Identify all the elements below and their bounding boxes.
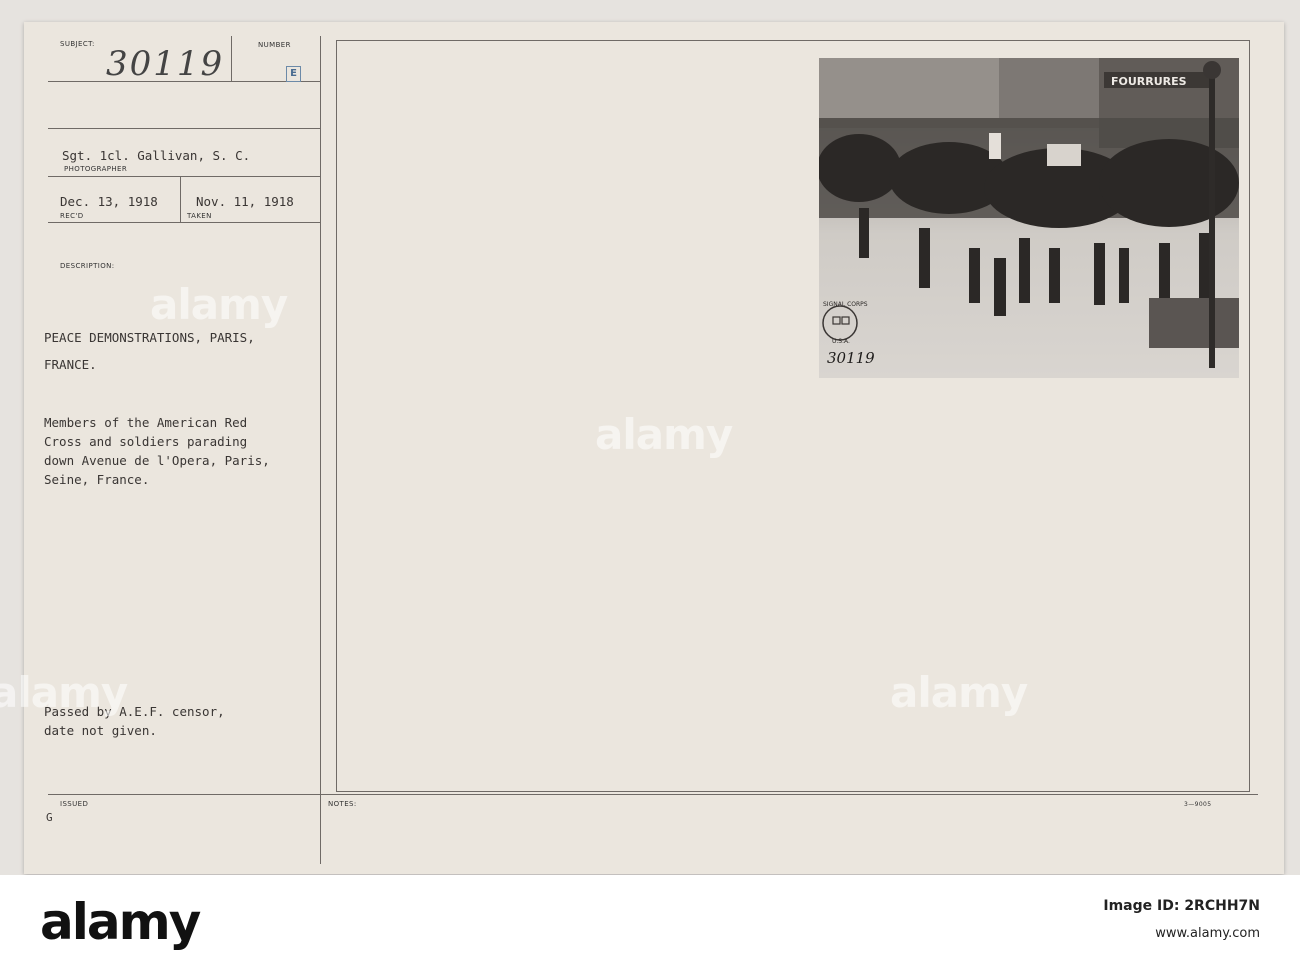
signal-corps-stamp-icon bbox=[822, 305, 858, 341]
body-line: down Avenue de l'Opera, Paris, bbox=[44, 453, 270, 468]
taken-date: Nov. 11, 1918 bbox=[196, 194, 294, 209]
rule-photographer-row bbox=[48, 128, 320, 129]
stamp-sub: U.S.A. bbox=[832, 338, 850, 345]
body-line: Cross and soldiers parading bbox=[44, 434, 248, 449]
number-label: NUMBER bbox=[258, 41, 291, 49]
recd-label: REC'D bbox=[60, 212, 84, 220]
description-body: Members of the American Red Cross and so… bbox=[44, 413, 270, 489]
parade-photograph: FOURRURES SIGNAL CORPS U.S.A. 30119 bbox=[819, 58, 1239, 378]
rule-bottom bbox=[48, 794, 1258, 795]
notes-label: NOTES: bbox=[328, 800, 357, 808]
title-line: FRANCE. bbox=[44, 357, 97, 372]
body-line: Members of the American Red bbox=[44, 415, 248, 430]
issued-value: G bbox=[46, 811, 53, 824]
watermark: alamy bbox=[890, 668, 1028, 717]
taken-label: TAKEN bbox=[187, 212, 212, 220]
watermark: alamy bbox=[150, 280, 288, 329]
storefront-sign: FOURRURES bbox=[1111, 75, 1187, 88]
alamy-logo: alamy bbox=[40, 893, 201, 951]
stock-footer: alamy Image ID: 2RCHH7N www.alamy.com bbox=[0, 875, 1300, 965]
description-label: DESCRIPTION: bbox=[60, 262, 115, 270]
photo-handwritten-number: 30119 bbox=[827, 349, 875, 367]
body-line: Seine, France. bbox=[44, 472, 150, 487]
form-code: 3—9005 bbox=[1184, 801, 1212, 808]
title-line: PEACE DEMONSTRATIONS, PARIS, bbox=[44, 330, 255, 345]
rule-subject-divider bbox=[231, 36, 232, 82]
photographer-name: Sgt. 1cl. Gallivan, S. C. bbox=[62, 148, 251, 163]
subject-label: SUBJECT: bbox=[60, 40, 95, 48]
number-stamp: E bbox=[286, 66, 301, 82]
site-url[interactable]: www.alamy.com bbox=[1103, 920, 1260, 948]
stamp-text: SIGNAL CORPS bbox=[823, 301, 868, 308]
rule-description-row bbox=[48, 222, 320, 223]
censor-line: date not given. bbox=[44, 723, 157, 738]
received-date: Dec. 13, 1918 bbox=[60, 194, 158, 209]
title-block: PEACE DEMONSTRATIONS, PARIS, FRANCE. bbox=[44, 328, 255, 372]
parade-scene: FOURRURES SIGNAL CORPS U.S.A. 30119 bbox=[819, 58, 1239, 368]
watermark: alamy bbox=[0, 668, 128, 717]
rule-dates-row bbox=[48, 176, 320, 177]
issued-label: ISSUED bbox=[60, 800, 89, 808]
photographer-label: PHOTOGRAPHER bbox=[64, 165, 128, 173]
footer-info: Image ID: 2RCHH7N www.alamy.com bbox=[1103, 892, 1260, 948]
watermark: alamy bbox=[595, 410, 733, 459]
image-id: Image ID: 2RCHH7N bbox=[1103, 898, 1260, 914]
rule-left-border bbox=[320, 36, 321, 864]
rule-dates-divider bbox=[180, 176, 181, 223]
subject-number: 30119 bbox=[106, 44, 225, 84]
